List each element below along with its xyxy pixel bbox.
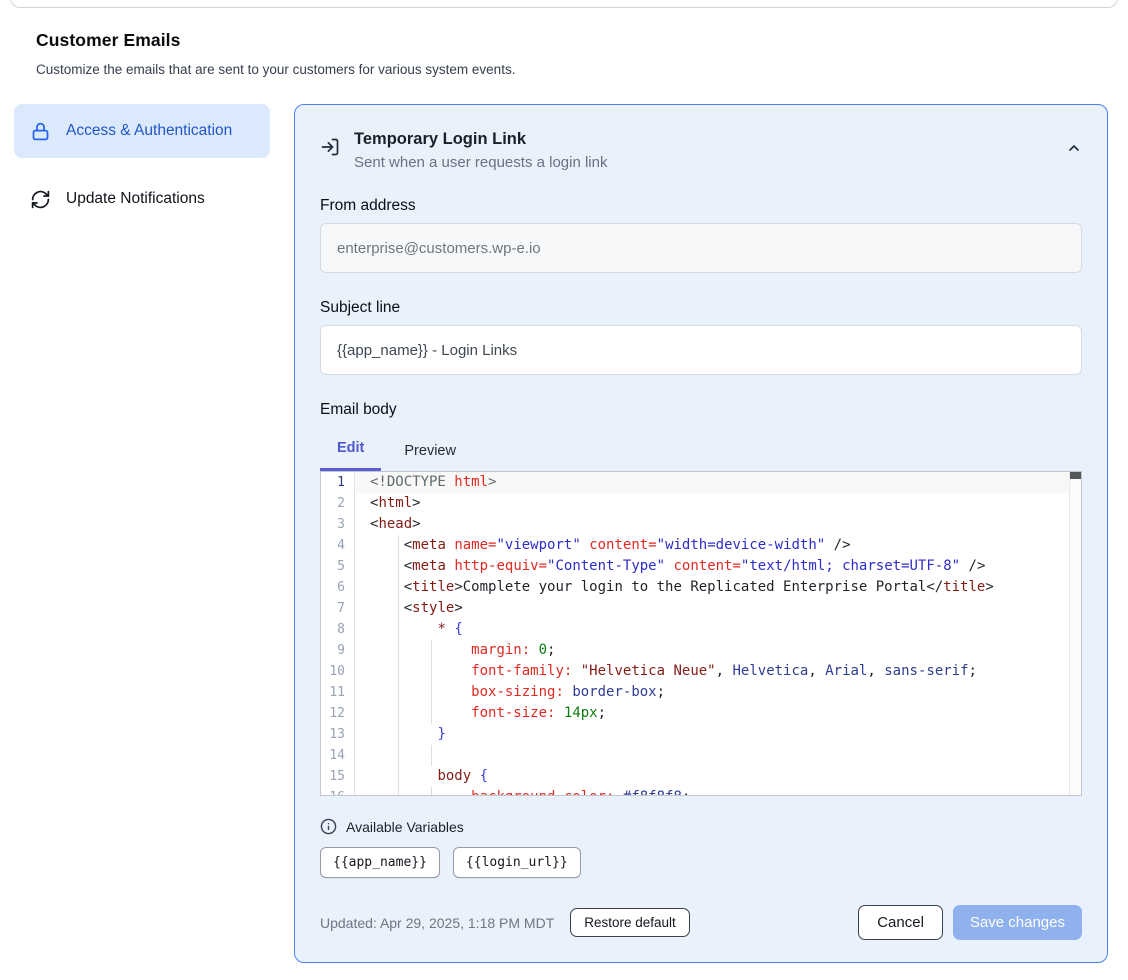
card-footer: Updated: Apr 29, 2025, 1:18 PM MDT Resto…	[320, 905, 1082, 940]
card-title: Temporary Login Link	[354, 130, 607, 149]
collapse-button[interactable]	[1066, 140, 1082, 156]
sidebar-item-label: Update Notifications	[66, 187, 205, 211]
code-line: 2<html>	[321, 493, 1081, 514]
login-icon	[320, 137, 340, 157]
available-variables-label: Available Variables	[346, 819, 464, 835]
card-header-text: Temporary Login Link Sent when a user re…	[354, 130, 607, 171]
save-changes-button[interactable]: Save changes	[953, 905, 1082, 940]
updated-timestamp: Updated: Apr 29, 2025, 1:18 PM MDT	[320, 915, 554, 931]
code-line: 7 <style>	[321, 598, 1081, 619]
temporary-login-link-card: Temporary Login Link Sent when a user re…	[294, 104, 1108, 963]
info-icon	[320, 818, 337, 835]
email-types-sidebar: Access & Authentication Update Notificat…	[14, 104, 270, 963]
editor-scrollbar-track	[1069, 472, 1081, 795]
from-address-label: From address	[320, 197, 1082, 215]
refresh-icon	[30, 189, 51, 210]
email-body-label: Email body	[320, 401, 1082, 419]
page-title: Customer Emails	[36, 30, 1092, 51]
card-header: Temporary Login Link Sent when a user re…	[320, 130, 1082, 171]
cancel-button[interactable]: Cancel	[858, 905, 943, 940]
code-line: 1<!DOCTYPE html>	[321, 472, 1081, 493]
card-subtitle: Sent when a user requests a login link	[354, 154, 607, 171]
tab-preview[interactable]: Preview	[404, 443, 456, 471]
code-line: 3<head>	[321, 514, 1081, 535]
code-line: 5 <meta http-equiv="Content-Type" conten…	[321, 556, 1081, 577]
available-variables-header: Available Variables	[320, 818, 1082, 835]
code-line: 9 margin: 0;	[321, 640, 1081, 661]
subject-line-input[interactable]	[320, 325, 1082, 375]
variable-chip-app-name[interactable]: {{app_name}}	[320, 847, 440, 878]
code-line: 10 font-family: "Helvetica Neue", Helvet…	[321, 661, 1081, 682]
lock-icon	[30, 121, 51, 142]
variable-chip-login-url[interactable]: {{login_url}}	[453, 847, 581, 878]
code-line: 4 <meta name="viewport" content="width=d…	[321, 535, 1081, 556]
code-lines: 1<!DOCTYPE html>2<html>3<head>4 <meta na…	[321, 472, 1081, 796]
sidebar-item-update-notifications[interactable]: Update Notifications	[14, 175, 270, 223]
previous-card-edge	[10, 0, 1118, 8]
page-subtitle: Customize the emails that are sent to yo…	[36, 62, 1092, 77]
variable-chips: {{app_name}} {{login_url}}	[320, 847, 1082, 878]
tab-edit[interactable]: Edit	[320, 440, 381, 471]
editor-scrollbar-thumb[interactable]	[1070, 472, 1081, 479]
page-header: Customer Emails Customize the emails tha…	[0, 0, 1128, 77]
code-line: 6 <title>Complete your login to the Repl…	[321, 577, 1081, 598]
code-editor[interactable]: 1<!DOCTYPE html>2<html>3<head>4 <meta na…	[320, 471, 1082, 796]
code-line: 8 * {	[321, 619, 1081, 640]
email-body-tabs: Edit Preview	[320, 440, 1082, 471]
from-address-input[interactable]	[320, 223, 1082, 273]
sidebar-item-label: Access & Authentication	[66, 119, 232, 143]
code-line: 13 }	[321, 724, 1081, 745]
code-line: 16 background-color: #f8f8f8;	[321, 787, 1081, 796]
subject-line-label: Subject line	[320, 299, 1082, 317]
code-line: 14	[321, 745, 1081, 766]
sidebar-item-access-authentication[interactable]: Access & Authentication	[14, 104, 270, 158]
code-line: 12 font-size: 14px;	[321, 703, 1081, 724]
code-line: 11 box-sizing: border-box;	[321, 682, 1081, 703]
chevron-up-icon	[1066, 140, 1082, 156]
restore-default-button[interactable]: Restore default	[570, 908, 690, 937]
code-line: 15 body {	[321, 766, 1081, 787]
